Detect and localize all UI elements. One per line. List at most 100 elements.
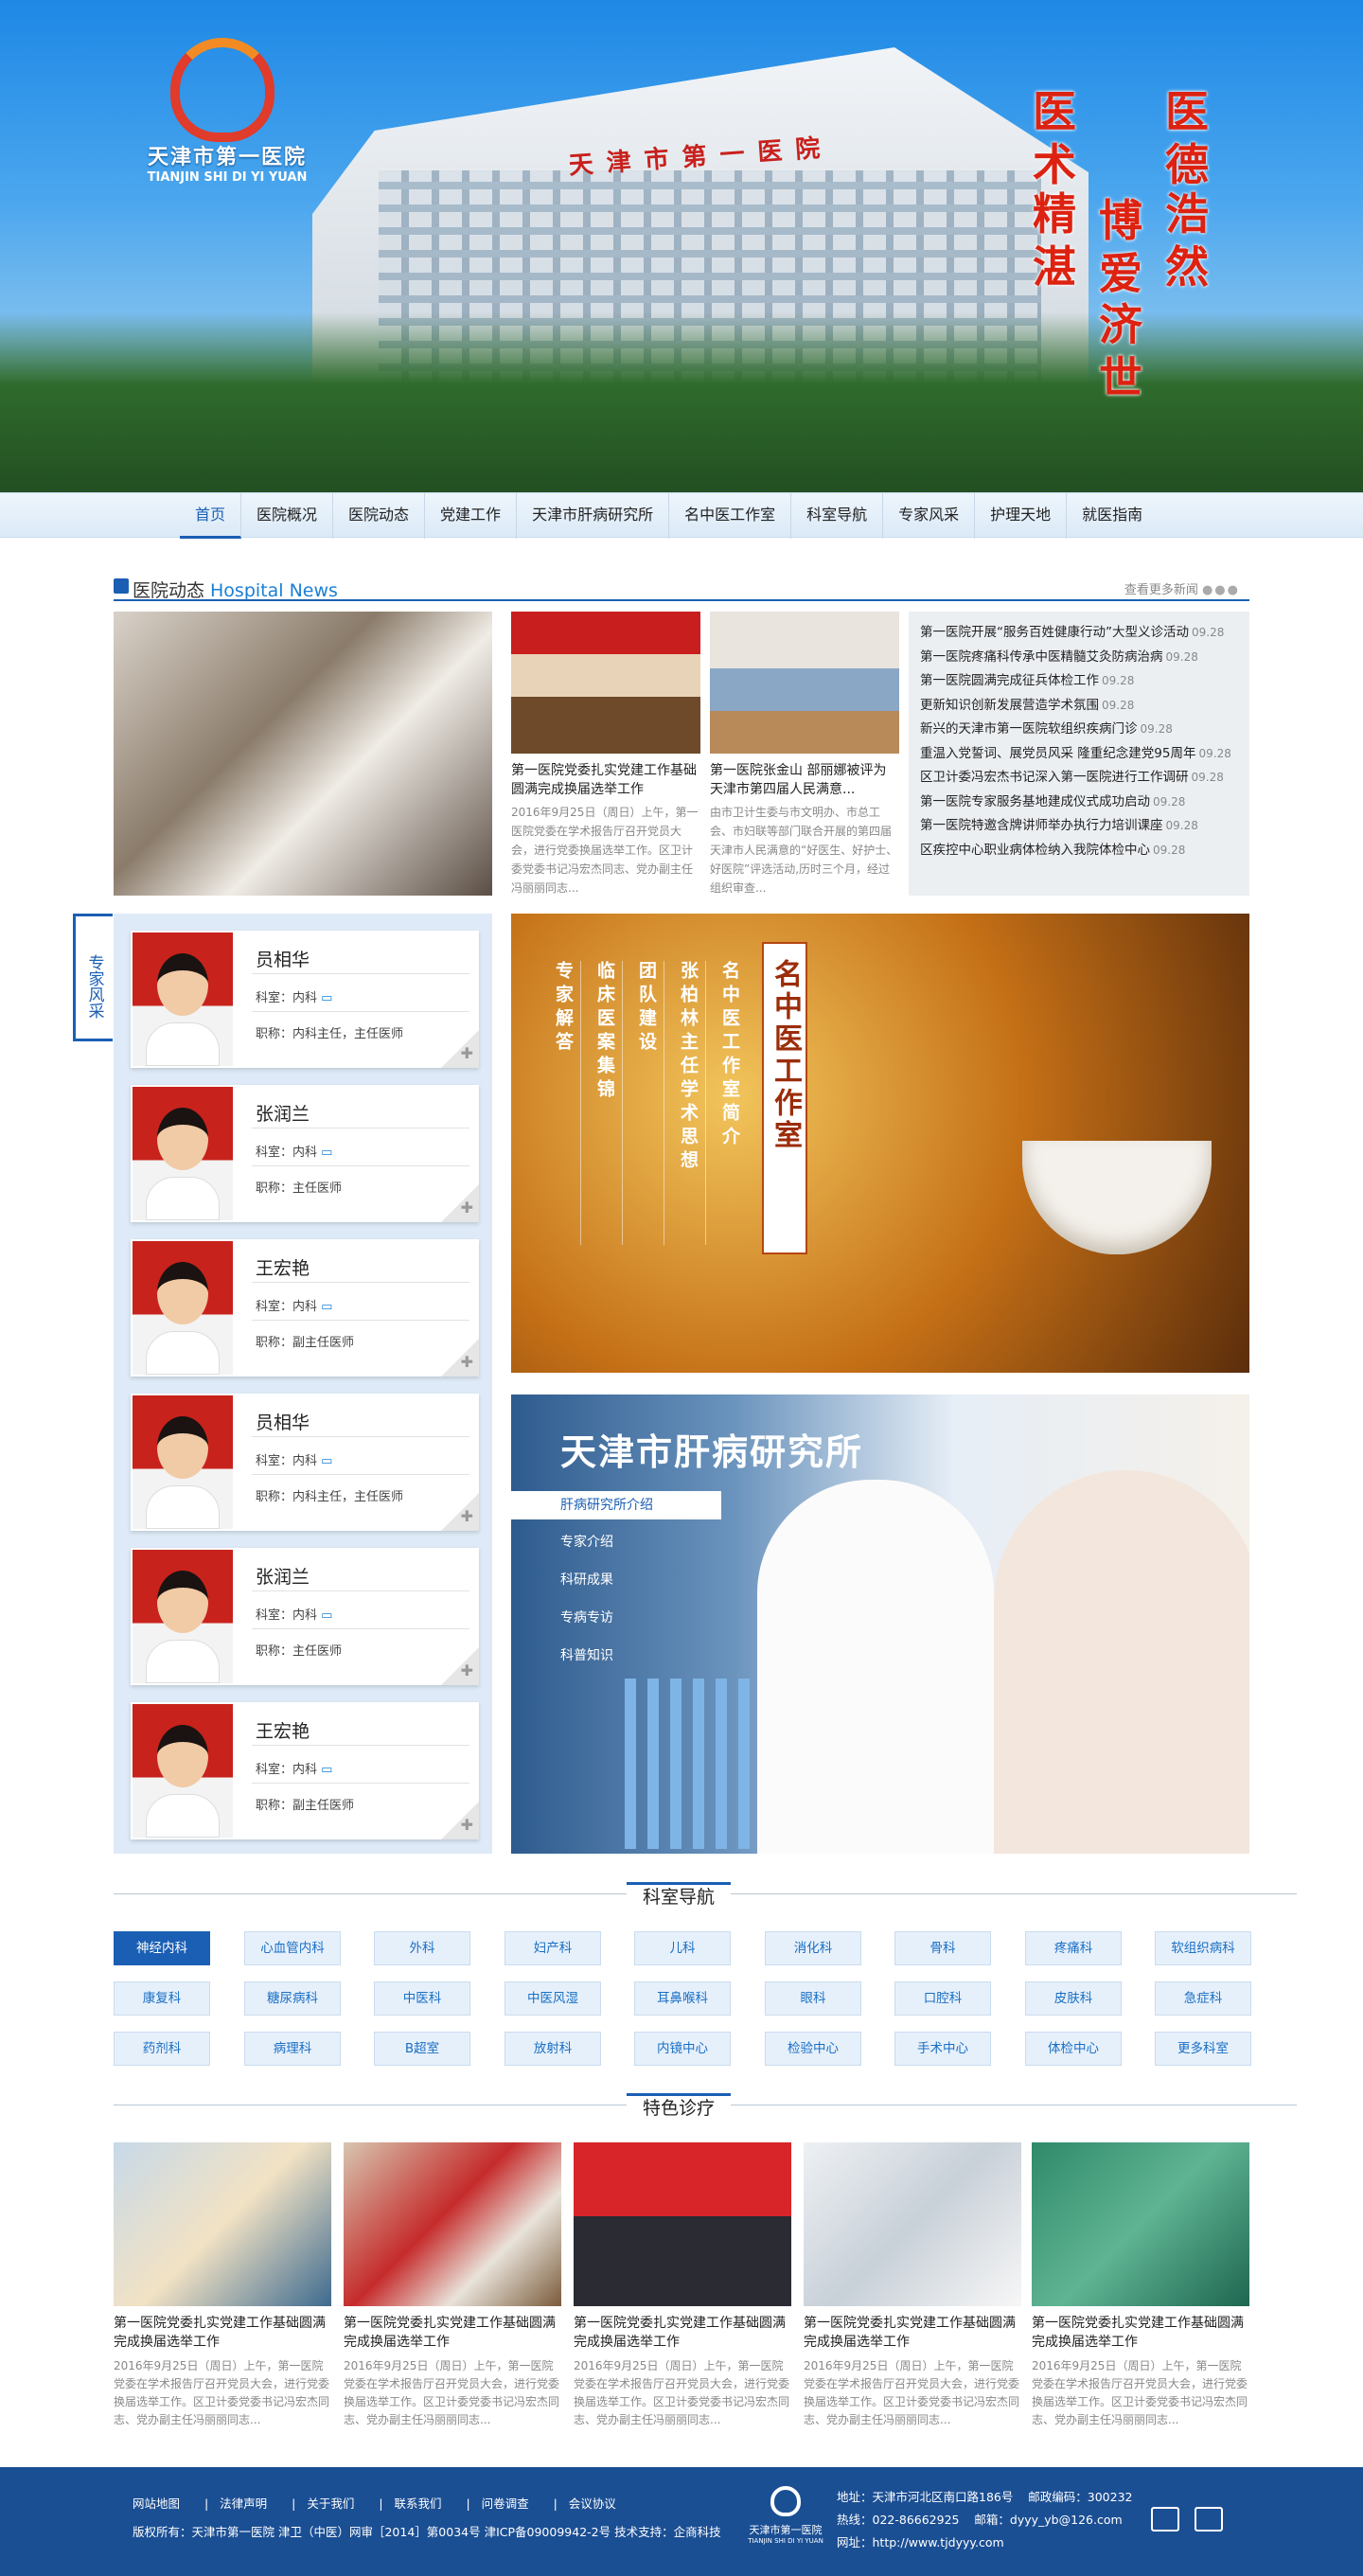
plus-icon[interactable]: ✚	[461, 1816, 473, 1834]
mail-icon[interactable]	[1195, 2507, 1223, 2532]
footer-link[interactable]: 法律声明	[220, 2496, 267, 2511]
liver-institute-banner[interactable]: 天津市肝病研究所 肝病研究所介绍 专家介绍 科研成果 专病专访 科普知识	[511, 1395, 1249, 1854]
wechat-icon[interactable]	[1151, 2507, 1179, 2532]
news-item-title: 区疾控中心职业病体检纳入我院体检中心	[920, 842, 1150, 858]
dept-button[interactable]: 更多科室	[1155, 2032, 1251, 2066]
chat-icon[interactable]: ▭	[321, 1763, 332, 1777]
news-card-1[interactable]: 第一医院党委扎实党建工作基础圆满完成换届选举工作 2016年9月25日（周日）上…	[511, 612, 700, 897]
dept-button[interactable]: 儿科	[634, 1931, 731, 1965]
dept-button[interactable]: 疼痛科	[1025, 1931, 1122, 1965]
chat-icon[interactable]: ▭	[321, 1608, 332, 1623]
footer-email[interactable]: 邮箱：dyyy_yb@126.com	[974, 2513, 1122, 2527]
dept-button[interactable]: 眼科	[765, 1981, 861, 2016]
chat-icon[interactable]: ▭	[321, 991, 332, 1005]
dept-button[interactable]: 急症科	[1155, 1981, 1251, 2016]
news-main-photo[interactable]	[114, 612, 492, 896]
nav-item-news[interactable]: 医院动态	[333, 493, 426, 539]
tcm-link-thought[interactable]: 张柏林主任学术思想	[676, 961, 701, 1174]
plus-icon[interactable]: ✚	[461, 1661, 473, 1679]
dept-button[interactable]: 皮肤科	[1025, 1981, 1122, 2016]
liver-link-experts[interactable]: 专家介绍	[560, 1532, 613, 1551]
feature-card[interactable]: 第一医院党委扎实党建工作基础圆满完成换届选举工作 2016年9月25日（周日）上…	[114, 2142, 331, 2429]
dept-button[interactable]: 口腔科	[894, 1981, 991, 2016]
footer-website[interactable]: 网址：http://www.tjdyyy.com	[837, 2535, 1004, 2549]
dept-button[interactable]: B超室	[374, 2032, 470, 2066]
news-card-2[interactable]: 第一医院张金山 部丽娜被评为天津市第四届人民满意... 由市卫计生委与市文明办、…	[710, 612, 899, 897]
chat-icon[interactable]: ▭	[321, 1146, 332, 1160]
feature-card[interactable]: 第一医院党委扎实党建工作基础圆满完成换届选举工作 2016年9月25日（周日）上…	[344, 2142, 561, 2429]
dept-button[interactable]: 神经内科	[114, 1931, 210, 1965]
news-list-item[interactable]: 区卫计委冯宏杰书记深入第一医院进行工作调研 09.28	[920, 766, 1238, 791]
dept-button[interactable]: 内镜中心	[634, 2032, 731, 2066]
footer-link[interactable]: 网站地图	[133, 2496, 180, 2511]
news-list-item[interactable]: 区疾控中心职业病体检纳入我院体检中心 09.28	[920, 839, 1238, 863]
dept-button[interactable]: 软组织病科	[1155, 1931, 1251, 1965]
doctor-card[interactable]: 王宏艳 科室：内科 ▭ 职称：副主任医师 ✚	[131, 1239, 479, 1377]
feature-card[interactable]: 第一医院党委扎实党建工作基础圆满完成换届选举工作 2016年9月25日（周日）上…	[574, 2142, 791, 2429]
nav-item-liver-institute[interactable]: 天津市肝病研究所	[517, 493, 670, 539]
doctor-card[interactable]: 张润兰 科室：内科 ▭ 职称：主任医师 ✚	[131, 1548, 479, 1685]
news-list-item[interactable]: 第一医院开展“服务百姓健康行动”大型义诊活动 09.28	[920, 621, 1238, 646]
doctor-card[interactable]: 员相华 科室：内科 ▭ 职称：内科主任，主任医师 ✚	[131, 931, 479, 1068]
footer-link[interactable]: 会议协议	[569, 2496, 616, 2511]
nav-item-departments[interactable]: 科室导航	[791, 493, 884, 539]
liver-link-research[interactable]: 科研成果	[560, 1570, 613, 1589]
news-list-item[interactable]: 更新知识创新发展营造学术氛围 09.28	[920, 694, 1238, 719]
news-list-item[interactable]: 第一医院疼痛科传承中医精髓艾灸防病治病 09.28	[920, 646, 1238, 670]
plus-icon[interactable]: ✚	[461, 1353, 473, 1371]
tcm-studio-banner[interactable]: 名中医工作室 名中医工作室简介 张柏林主任学术思想 团队建设 临床医案集锦 专家…	[511, 914, 1249, 1373]
news-list-item[interactable]: 第一医院圆满完成征兵体检工作 09.28	[920, 669, 1238, 694]
news-list-item[interactable]: 重温入党誓词、展党员风采 隆重纪念建党95周年 09.28	[920, 742, 1238, 767]
feature-card[interactable]: 第一医院党委扎实党建工作基础圆满完成换届选举工作 2016年9月25日（周日）上…	[1032, 2142, 1249, 2429]
hospital-logo[interactable]: 天津市第一医院 TIANJIN SHI DI YI YUAN	[123, 38, 331, 189]
chat-icon[interactable]: ▭	[321, 1300, 332, 1314]
footer-link[interactable]: 问卷调查	[482, 2496, 529, 2511]
nav-item-about[interactable]: 医院概况	[241, 493, 334, 539]
dept-button[interactable]: 体检中心	[1025, 2032, 1122, 2066]
dept-button[interactable]: 药剂科	[114, 2032, 210, 2066]
dept-button[interactable]: 中医风湿	[504, 1981, 601, 2016]
nav-item-home[interactable]: 首页	[180, 493, 242, 539]
dept-button[interactable]: 糖尿病科	[244, 1981, 341, 2016]
liver-link-intro[interactable]: 肝病研究所介绍	[511, 1491, 721, 1519]
plus-icon[interactable]: ✚	[461, 1507, 473, 1525]
nav-item-nursing[interactable]: 护理天地	[975, 493, 1068, 539]
feature-card[interactable]: 第一医院党委扎实党建工作基础圆满完成换届选举工作 2016年9月25日（周日）上…	[804, 2142, 1021, 2429]
dept-button[interactable]: 病理科	[244, 2032, 341, 2066]
dept-button[interactable]: 中医科	[374, 1981, 470, 2016]
tcm-link-intro[interactable]: 名中医工作室简介	[717, 961, 743, 1150]
experts-tab[interactable]: 专家风采	[73, 914, 113, 1041]
nav-item-party[interactable]: 党建工作	[425, 493, 518, 539]
dept-button[interactable]: 检验中心	[765, 2032, 861, 2066]
plus-icon[interactable]: ✚	[461, 1199, 473, 1217]
footer-link[interactable]: 联系我们	[394, 2496, 441, 2511]
nav-item-experts[interactable]: 专家风采	[883, 493, 976, 539]
news-list-item[interactable]: 新兴的天津市第一医院软组织疾病门诊 09.28	[920, 718, 1238, 742]
news-list-item[interactable]: 第一医院特邀含牌讲师举办执行力培训课座 09.28	[920, 814, 1238, 839]
dept-button[interactable]: 心血管内科	[244, 1931, 341, 1965]
footer-logo[interactable]: 天津市第一医院 TIANJIN SHI DI YI YUAN	[738, 2486, 823, 2552]
nav-item-guide[interactable]: 就医指南	[1067, 493, 1158, 539]
dept-button[interactable]: 放射科	[504, 2032, 601, 2066]
dept-button[interactable]: 耳鼻喉科	[634, 1981, 731, 2016]
liver-link-clinic[interactable]: 专病专访	[560, 1608, 613, 1626]
tcm-link-qa[interactable]: 专家解答	[551, 961, 576, 1056]
tcm-link-team[interactable]: 团队建设	[634, 961, 660, 1056]
dept-button[interactable]: 手术中心	[894, 2032, 991, 2066]
dept-button[interactable]: 外科	[374, 1931, 470, 1965]
more-news-link[interactable]: 查看更多新闻 ●●●	[1124, 579, 1240, 597]
doctor-card[interactable]: 王宏艳 科室：内科 ▭ 职称：副主任医师 ✚	[131, 1702, 479, 1839]
chat-icon[interactable]: ▭	[321, 1454, 332, 1468]
tcm-link-cases[interactable]: 临床医案集锦	[593, 961, 618, 1103]
dept-button[interactable]: 康复科	[114, 1981, 210, 2016]
doctor-card[interactable]: 员相华 科室：内科 ▭ 职称：内科主任，主任医师 ✚	[131, 1394, 479, 1531]
footer-link[interactable]: 关于我们	[307, 2496, 354, 2511]
nav-item-tcm-studio[interactable]: 名中医工作室	[669, 493, 792, 539]
dept-button[interactable]: 妇产科	[504, 1931, 601, 1965]
dept-button[interactable]: 骨科	[894, 1931, 991, 1965]
doctor-card[interactable]: 张润兰 科室：内科 ▭ 职称：主任医师 ✚	[131, 1085, 479, 1222]
dept-button[interactable]: 消化科	[765, 1931, 861, 1965]
liver-link-science[interactable]: 科普知识	[560, 1645, 613, 1664]
plus-icon[interactable]: ✚	[461, 1044, 473, 1062]
news-list-item[interactable]: 第一医院专家服务基地建成仪式成功启动 09.28	[920, 791, 1238, 815]
